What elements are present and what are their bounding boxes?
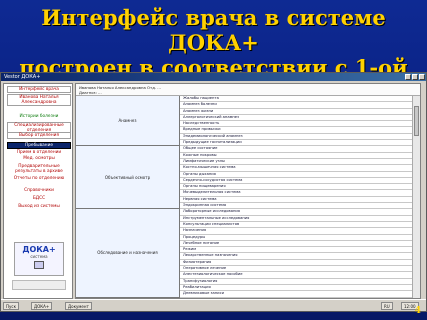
doka-logo: ДОКА+ система [14,242,64,276]
sidebar-item[interactable]: Иванова Наталья Александровна [7,94,71,106]
maximize-icon[interactable] [412,74,418,80]
scrollbar-thumb[interactable] [414,106,419,136]
main-panel: Иванова Наталья Александровна Отд. ... Д… [75,83,421,299]
app-window: Vestor ДОКА+ ДОКА+ система Интерфейс вра… [0,72,427,312]
section-0: Анамнез Жалобы пациента Анамнез болезни Ана… [76,96,414,147]
vertical-scrollbar[interactable] [412,96,420,298]
patient-header: Иванова Наталья Александровна Отд. ... Д… [76,84,420,96]
section-label[interactable]: Объективный осмотр [76,146,180,209]
slide: Интерфейс врача в системе ДОКА+ построен… [0,0,427,320]
sidebar-item[interactable]: Выход из системы [7,204,71,209]
logo-text: ДОКА+ [22,245,56,254]
section-items: Общее состояние Кожные покровы Лимфатическ… [180,146,414,210]
taskbar-button[interactable]: Пуск [3,302,19,310]
sidebar-item[interactable]: Выбор отделения [7,132,71,139]
window-titlebar: Vestor ДОКА+ [1,73,426,81]
taskbar-button[interactable]: ДОКА+ [31,302,53,310]
section-items: Лабораторные исследования Инструментальны… [180,209,414,298]
slide-title-line1: Интерфейс врача в системе ДОКА+ [41,5,386,55]
section-1: Объективный осмотр Общее состояние Кожные … [76,146,414,210]
sidebar-item[interactable]: Отчеты по отделению [7,176,71,181]
sidebar-item[interactable]: Истории болезни [7,114,71,119]
record-item[interactable]: Дневниковые записи [180,291,414,298]
taskbar-button[interactable]: RU [381,302,393,310]
section-label[interactable]: Обследование и назначения [76,209,180,297]
sidebar: ДОКА+ система Интерфейс врача Иванова Нат… [3,83,73,299]
window-title: Vestor ДОКА+ [4,74,41,80]
logo-footer [12,280,66,290]
section-items: Жалобы пациента Анамнез болезни Анамнез жи… [180,96,414,147]
record-grid: Анамнез Жалобы пациента Анамнез болезни Ана… [76,96,414,298]
page-number: 4 [414,306,421,316]
sidebar-item[interactable]: Мед. осмотры [7,156,71,161]
close-icon[interactable] [419,74,425,80]
sidebar-item[interactable]: Прием в отделении [7,150,71,155]
section-2: Обследование и назначения Лабораторные ис… [76,209,414,298]
sidebar-item[interactable]: БДСС [7,196,71,201]
section-label[interactable]: Анамнез [76,96,180,146]
minimize-icon[interactable] [405,74,411,80]
logo-subtitle: система [30,254,48,259]
taskbar: Пуск ДОКА+ Документ RU 12:00 [1,299,426,311]
computer-icon [34,261,44,269]
sidebar-item[interactable]: Предварительные результаты в архиве [7,164,71,174]
sidebar-item[interactable]: Интерфейс врача [7,86,71,93]
sidebar-item[interactable]: Пребывание [7,142,71,149]
taskbar-button[interactable]: Документ [65,302,92,310]
sidebar-item[interactable]: Справочники [7,188,71,193]
diagnosis-line: Диагноз: ... [79,90,102,95]
